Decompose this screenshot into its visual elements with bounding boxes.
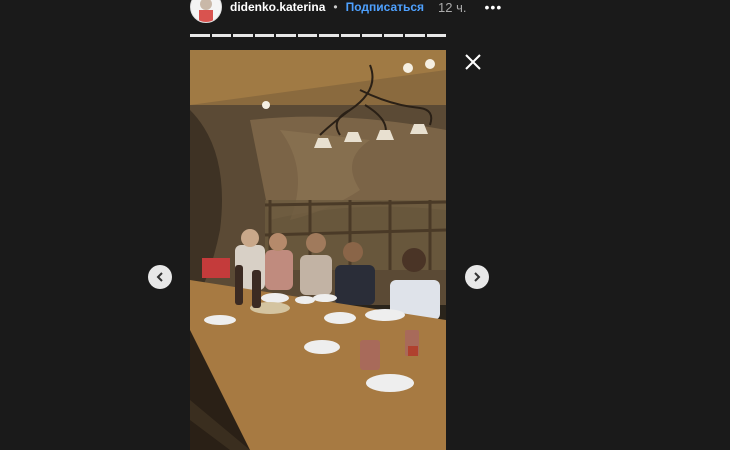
avatar-image — [191, 0, 221, 22]
next-story-button[interactable] — [465, 265, 489, 289]
progress-segment — [276, 34, 296, 37]
story-progress-bar — [190, 34, 446, 37]
separator-dot: • — [333, 0, 338, 14]
chevron-left-icon — [156, 272, 163, 282]
progress-segment — [190, 34, 210, 37]
username[interactable]: didenko.katerina — [230, 0, 325, 14]
progress-segment — [211, 34, 231, 37]
story-photo — [190, 50, 446, 450]
prev-story-button[interactable] — [148, 265, 172, 289]
chevron-right-icon — [474, 272, 481, 282]
close-icon — [465, 54, 481, 70]
progress-segment — [297, 34, 317, 37]
close-button[interactable] — [463, 52, 483, 72]
progress-segment — [319, 34, 339, 37]
progress-segment — [340, 34, 360, 37]
avatar[interactable] — [190, 0, 222, 23]
progress-segment — [426, 34, 446, 37]
story-media[interactable] — [190, 50, 446, 450]
progress-segment — [405, 34, 425, 37]
post-time: 12 ч. — [438, 0, 467, 15]
follow-button[interactable]: Подписаться — [346, 0, 424, 14]
more-options-icon[interactable]: ••• — [485, 0, 503, 15]
progress-segment — [254, 34, 274, 37]
story-header: didenko.katerina • Подписаться 12 ч. ••• — [190, 0, 503, 23]
progress-segment — [383, 34, 403, 37]
progress-segment — [362, 34, 382, 37]
progress-segment — [233, 34, 253, 37]
